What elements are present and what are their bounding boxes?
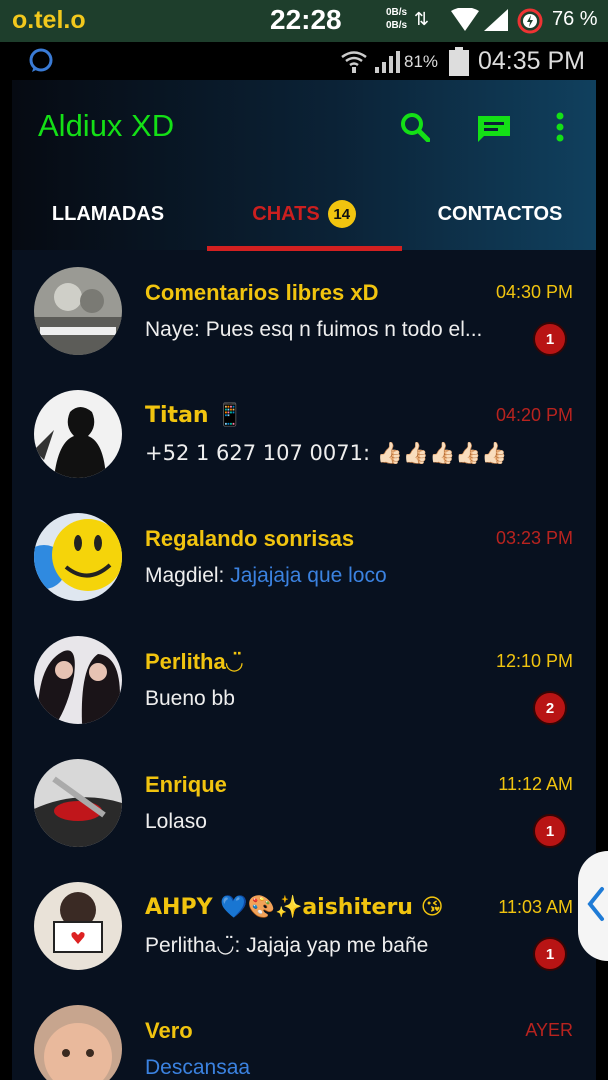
chevron-left-icon[interactable] [586, 886, 606, 922]
chat-app: Aldiux XD LLAMADAS CHATS 14 CONTACTOS Co… [12, 80, 596, 1080]
chat-time: 12:10 PM [495, 651, 573, 671]
chat-time: 04:30 PM [495, 282, 573, 302]
unread-badge: 1 [533, 322, 567, 356]
chats-count-badge: 14 [327, 200, 356, 228]
whatsapp-icon [29, 48, 53, 72]
battery-saver-icon [517, 8, 543, 34]
avatar [34, 636, 122, 724]
chat-time: 11:12 AM [498, 774, 573, 794]
app-title: Aldiux XD [38, 108, 175, 143]
data-activity-icon: ⇅ [414, 9, 430, 29]
chat-preview: Naye: Pues esq n fuimos n todo el... [145, 318, 483, 341]
system-clock: 22:28 [270, 4, 342, 35]
chat-row[interactable]: Comentarios libres xD 04:30 PM Naye: Pue… [12, 250, 596, 373]
carrier-name: o.tel.o [12, 6, 86, 34]
wifi-icon [341, 51, 367, 73]
chat-preview: Lolaso [145, 810, 207, 833]
avatar [34, 513, 122, 601]
chat-time: AYER [525, 1020, 573, 1040]
unread-badge: 1 [533, 814, 567, 848]
app-status-strip: 81% 04:35 PM [0, 42, 608, 80]
compose-message-icon[interactable] [476, 114, 512, 144]
app-clock: 04:35 PM [478, 47, 586, 75]
chat-name: Enrique [145, 772, 227, 797]
chat-name: Titan 📱 [145, 403, 244, 428]
chat-row[interactable]: Vero AYER Descansaa [12, 988, 596, 1080]
avatar [34, 267, 122, 355]
chat-time: 11:03 AM [498, 897, 573, 917]
avatar [34, 1005, 122, 1080]
chat-row[interactable]: AHPY 💙🎨✨aishiteru 😘 11:03 AM Perlitha◡̈:… [12, 865, 596, 988]
avatar [34, 882, 122, 970]
chat-time: 04:20 PM [495, 405, 573, 425]
tab-bar: LLAMADAS CHATS 14 CONTACTOS [12, 178, 596, 250]
network-speed: 0B/s 0B/s [386, 7, 408, 31]
chat-name: AHPY 💙🎨✨aishiteru 😘 [145, 895, 444, 920]
system-status-bar: o.tel.o 22:28 0B/s 0B/s ⇅ 76 % [0, 0, 608, 42]
battery-icon [449, 47, 469, 76]
chat-name: Comentarios libres xD [145, 280, 379, 305]
chat-preview: Perlitha◡̈: Jajaja yap me bañe [145, 934, 429, 957]
chat-row[interactable]: Titan 📱 04:20 PM +52 1 627 107 0071: 👍🏻👍… [12, 373, 596, 496]
avatar [34, 759, 122, 847]
chat-preview: Descansaa [145, 1056, 251, 1079]
signal-icon [375, 51, 400, 73]
unread-badge: 1 [533, 937, 567, 971]
chat-name: Perlitha◡̈ [145, 649, 243, 674]
signal-icon [484, 9, 508, 31]
chat-preview: Bueno bb [145, 687, 235, 710]
avatar [34, 390, 122, 478]
chat-name: Vero [145, 1018, 193, 1043]
wifi-icon [451, 8, 479, 31]
chat-preview: +52 1 627 107 0071: 👍🏻👍🏻👍🏻👍🏻👍🏻 [145, 441, 508, 465]
app-header: Aldiux XD LLAMADAS CHATS 14 CONTACTOS [12, 80, 596, 251]
search-icon[interactable] [400, 112, 430, 142]
chat-row[interactable]: Enrique 11:12 AM Lolaso 1 [12, 742, 596, 865]
chat-list: Comentarios libres xD 04:30 PM Naye: Pue… [12, 250, 596, 1080]
tab-chats[interactable]: CHATS 14 [206, 178, 402, 250]
battery-percent: 81% [404, 52, 439, 71]
tab-llamadas[interactable]: LLAMADAS [12, 178, 204, 250]
overflow-menu-icon[interactable] [554, 112, 566, 142]
chat-row[interactable]: Regalando sonrisas 03:23 PM Magdiel: Jaj… [12, 496, 596, 619]
chat-row[interactable]: Perlitha◡̈ 12:10 PM Bueno bb 2 [12, 619, 596, 742]
battery-percent: 76 % [552, 8, 598, 30]
chat-preview: Magdiel: Jajajaja que loco [145, 564, 387, 587]
chat-time: 03:23 PM [495, 528, 573, 548]
tab-contactos[interactable]: CONTACTOS [404, 178, 596, 250]
unread-badge: 2 [533, 691, 567, 725]
chat-name: Regalando sonrisas [145, 526, 355, 551]
